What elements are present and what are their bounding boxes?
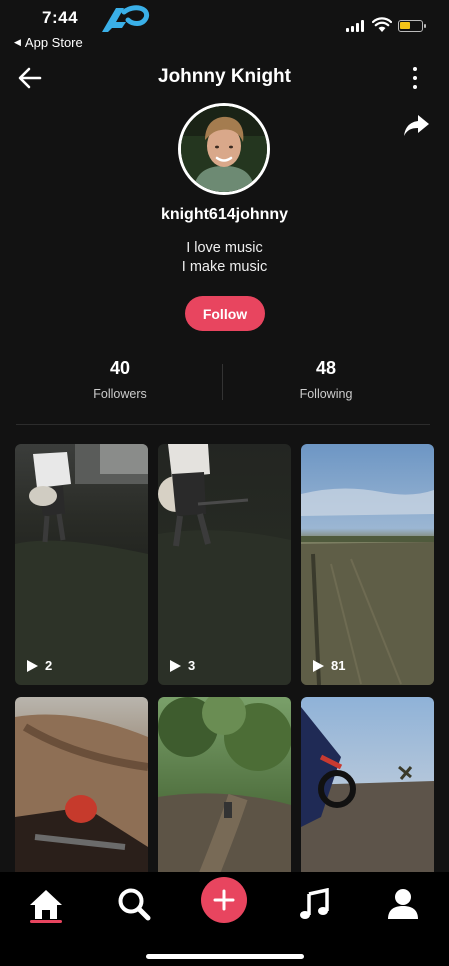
following-count: 48 (315, 358, 337, 378)
play-count-value: 2 (45, 658, 53, 673)
back-app-label: App Store (24, 35, 83, 50)
video-thumbnail-image (158, 697, 291, 881)
profile-header: Johnny Knight (0, 58, 449, 98)
followers-stat[interactable]: 40 Followers (50, 358, 190, 401)
nav-search[interactable] (114, 884, 154, 924)
profile-bio: I love music I make music (0, 239, 449, 277)
nav-profile[interactable] (383, 884, 423, 924)
nav-home[interactable] (26, 884, 66, 924)
avatar-photo (181, 106, 267, 192)
search-icon (118, 888, 151, 921)
play-count: 3 (168, 658, 195, 673)
play-count: 2 (25, 658, 52, 673)
follow-button[interactable]: Follow (185, 296, 265, 331)
home-indicator (146, 954, 304, 959)
music-note-icon (300, 888, 329, 919)
page-title: Johnny Knight (158, 66, 291, 87)
profile-icon (388, 889, 418, 919)
add-icon (213, 889, 235, 911)
video-thumbnail-image (301, 707, 434, 877)
bio-line: I make music (181, 259, 268, 275)
followers-label: Followers (93, 387, 147, 401)
status-bar: 7:44 ◀ App Store (0, 0, 449, 56)
following-label: Following (299, 387, 353, 401)
video-thumbnail[interactable]: 81 (301, 444, 434, 685)
play-count: 81 (311, 658, 345, 673)
video-thumbnail-image (15, 714, 148, 877)
play-icon (313, 659, 324, 672)
more-vertical-icon[interactable] (408, 64, 422, 92)
back-to-app-store[interactable]: ◀ App Store (14, 35, 83, 50)
nav-music[interactable] (294, 884, 334, 924)
video-thumbnail[interactable]: 2 (15, 444, 148, 685)
wifi-icon (372, 17, 392, 32)
stats-divider (222, 364, 223, 400)
nav-add-button[interactable] (201, 877, 247, 923)
following-stat[interactable]: 48 Following (256, 358, 396, 401)
play-icon (27, 659, 38, 672)
back-triangle-icon: ◀ (14, 37, 21, 47)
share-icon[interactable] (402, 112, 430, 138)
play-icon (170, 659, 181, 672)
bottom-navigation (0, 872, 449, 966)
play-count-value: 3 (188, 658, 196, 673)
video-thumbnail[interactable]: 3 (158, 444, 291, 685)
bio-line: I love music (186, 240, 263, 256)
battery-icon (398, 20, 426, 32)
followers-count: 40 (109, 358, 131, 378)
profile-stats: 40 Followers 48 Following (0, 358, 449, 408)
video-thumbnail-image (301, 488, 434, 685)
home-icon (30, 890, 62, 919)
watermark-logo-icon (102, 5, 150, 32)
status-time: 7:44 (42, 8, 79, 27)
video-thumbnail-image (158, 444, 291, 685)
active-tab-indicator (30, 920, 62, 923)
profile-username: knight614johnny (160, 206, 289, 223)
play-count-value: 81 (331, 658, 346, 673)
video-thumbnail-image (15, 444, 148, 685)
cellular-signal-icon (346, 20, 364, 32)
section-divider (16, 424, 430, 425)
avatar (178, 103, 270, 195)
